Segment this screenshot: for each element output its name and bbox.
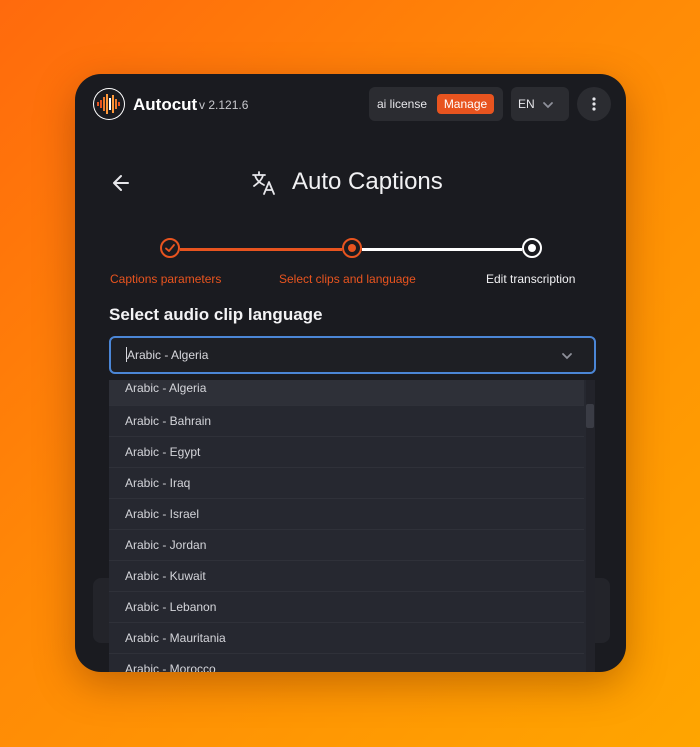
- step-3-indicator: [522, 238, 542, 258]
- dropdown-option[interactable]: Arabic - Lebanon: [109, 592, 584, 623]
- license-panel: ai license Manage: [369, 87, 503, 121]
- stepper-remaining-line: [362, 248, 522, 251]
- step-1-label: Captions parameters: [110, 272, 222, 286]
- step-1-indicator: [160, 238, 180, 258]
- app-name: Autocut: [133, 95, 198, 114]
- step-3-dot: [528, 244, 536, 252]
- dropdown-option[interactable]: Arabic - Kuwait: [109, 561, 584, 592]
- dropdown-scrollbar-thumb[interactable]: [586, 404, 594, 428]
- arrow-left-icon: [113, 175, 129, 191]
- dropdown-option[interactable]: Arabic - Israel: [109, 499, 584, 530]
- autocut-logo-icon: [93, 88, 125, 120]
- page-title: Auto Captions: [292, 168, 443, 195]
- language-dropdown-list[interactable]: Arabic - Algeria Arabic - Bahrain Arabic…: [109, 380, 595, 672]
- dropdown-option[interactable]: Arabic - Algeria: [109, 380, 584, 406]
- chevron-down-icon: [562, 353, 572, 360]
- more-vertical-icon: [592, 97, 596, 111]
- app-window: Autocut v 2.121.6 ai license Manage EN A…: [75, 74, 626, 672]
- app-version: v 2.121.6: [199, 98, 249, 112]
- audio-language-select[interactable]: Arabic - Algeria: [109, 336, 596, 374]
- check-icon: [165, 244, 175, 252]
- back-button[interactable]: [110, 172, 132, 194]
- dropdown-option[interactable]: Arabic - Egypt: [109, 437, 584, 468]
- dropdown-option[interactable]: Arabic - Bahrain: [109, 406, 584, 437]
- translate-icon: [252, 171, 275, 195]
- dropdown-option[interactable]: Arabic - Iraq: [109, 468, 584, 499]
- dropdown-option[interactable]: Arabic - Mauritania: [109, 623, 584, 654]
- dropdown-scrollbar[interactable]: [586, 380, 595, 672]
- dropdown-option[interactable]: Arabic - Jordan: [109, 530, 584, 561]
- ui-language-select[interactable]: EN: [511, 87, 569, 121]
- current-step-dot: [348, 244, 356, 252]
- chevron-down-icon: [543, 102, 553, 109]
- stepper-progress-line: [180, 248, 342, 251]
- ui-language-value: EN: [518, 97, 535, 111]
- section-heading: Select audio clip language: [109, 305, 323, 324]
- dropdown-option[interactable]: Arabic - Morocco: [109, 654, 584, 672]
- license-label: ai license: [377, 97, 428, 111]
- audio-language-value: Arabic - Algeria: [127, 348, 209, 362]
- step-3-label: Edit transcription: [486, 272, 576, 286]
- manage-license-button[interactable]: Manage: [437, 94, 494, 114]
- step-2-label: Select clips and language: [279, 272, 416, 286]
- more-menu-button[interactable]: [577, 87, 611, 121]
- step-2-indicator: [342, 238, 362, 258]
